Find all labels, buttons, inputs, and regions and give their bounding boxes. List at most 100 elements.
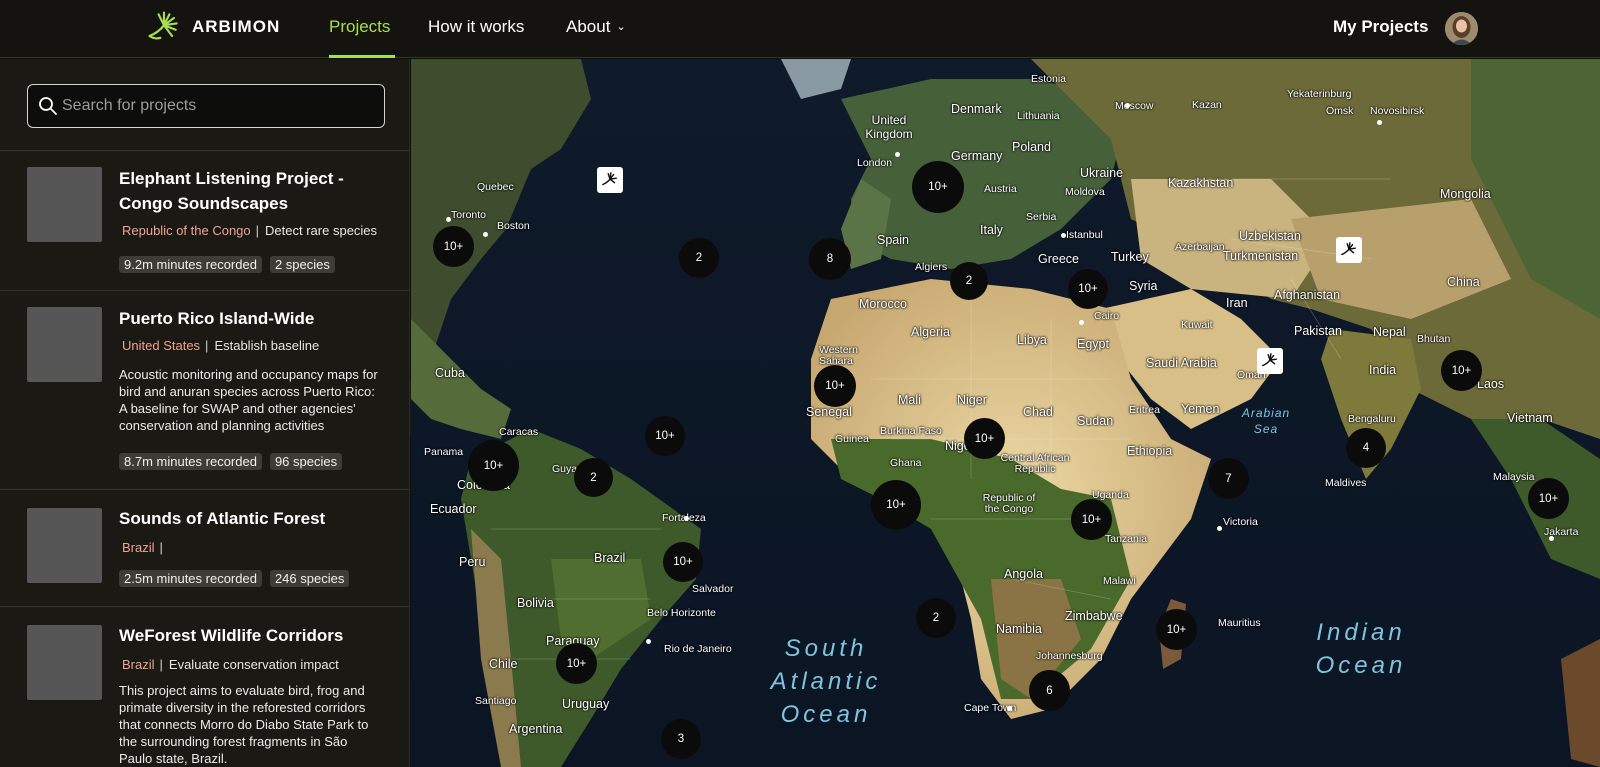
map-label: Johannesburg	[1036, 650, 1103, 662]
map-label: Bolivia	[517, 596, 554, 610]
map-label: Algiers	[915, 261, 948, 273]
map-label: Novosibirsk	[1370, 105, 1425, 117]
map-label: Serbia	[1026, 211, 1057, 223]
map-label: Victoria	[1223, 516, 1258, 528]
map-label: Libya	[1017, 333, 1047, 347]
map-cluster[interactable]: 4	[1346, 428, 1386, 468]
map-label: Central African Republic	[1000, 452, 1070, 475]
map-label: Guinea	[835, 433, 869, 445]
nav-about[interactable]: About ⌄	[566, 17, 626, 37]
map-label: Turkey	[1111, 250, 1149, 264]
map-cluster[interactable]: 10+	[1071, 499, 1112, 540]
site-marker[interactable]	[1257, 348, 1283, 374]
map-cluster[interactable]: 10+	[1441, 350, 1482, 391]
map-label: Pakistan	[1294, 324, 1342, 338]
map-cluster[interactable]: 10+	[1068, 269, 1108, 309]
map-label: London	[857, 157, 893, 169]
map-cluster[interactable]: 2	[574, 458, 613, 497]
project-country: Brazil	[122, 540, 155, 555]
arbimon-site-icon	[1341, 242, 1357, 256]
map-cluster[interactable]: 10+	[556, 643, 597, 684]
city-dot	[646, 639, 651, 644]
nav-how-it-works[interactable]: How it works	[428, 17, 524, 37]
map-cluster[interactable]: 2	[679, 238, 719, 278]
project-title: Puerto Rico Island-Wide	[119, 309, 315, 328]
search-icon	[39, 97, 57, 115]
map-label: United Kingdom	[865, 113, 913, 141]
map-label: Mali	[898, 393, 921, 407]
city-dot	[483, 232, 488, 237]
world-map[interactable]: South Atlantic Ocean Indian Ocean Arabia…	[411, 59, 1600, 767]
top-nav: ARBIMON Projects How it works About ⌄ My …	[0, 0, 1600, 58]
map-label: Denmark	[951, 102, 1002, 116]
project-meta: Brazil |	[119, 540, 384, 555]
map-cluster[interactable]: 8	[809, 238, 851, 280]
city-dot	[1549, 536, 1554, 541]
map-cluster[interactable]: 2	[916, 598, 956, 638]
map-label: Niger	[957, 393, 987, 407]
map-cluster[interactable]: 10+	[663, 542, 703, 582]
project-card[interactable]: Elephant Listening Project - Congo Sound…	[0, 151, 409, 291]
project-country: United States	[122, 338, 201, 353]
city-dot	[895, 152, 900, 157]
map-cluster[interactable]: 10+	[871, 480, 921, 530]
map-label: Boston	[497, 220, 530, 232]
site-marker[interactable]	[597, 167, 623, 193]
map-label: China	[1447, 275, 1480, 289]
search-box[interactable]	[27, 84, 385, 128]
search-input[interactable]	[62, 85, 377, 127]
map-label: Omsk	[1326, 105, 1354, 117]
project-description: This project aims to evaluate bird, frog…	[119, 683, 369, 766]
chevron-down-icon: ⌄	[616, 21, 626, 33]
map-label: Chile	[489, 657, 518, 671]
logo-text: ARBIMON	[192, 17, 281, 36]
map-label: Burkina Faso	[880, 425, 942, 437]
map-label: Malaysia	[1493, 471, 1535, 483]
map-label: Vietnam	[1507, 411, 1553, 425]
avatar[interactable]	[1445, 12, 1478, 45]
map-label: Sudan	[1077, 414, 1114, 428]
map-label: Istanbul	[1066, 229, 1103, 241]
city-dot	[1079, 320, 1084, 325]
map-cluster[interactable]: 6	[1029, 670, 1070, 711]
city-dot	[1125, 103, 1130, 108]
site-marker[interactable]	[1336, 237, 1362, 263]
map-label: Moldova	[1065, 186, 1105, 198]
arbimon-logo-icon	[148, 11, 178, 40]
nav-projects[interactable]: Projects	[329, 17, 390, 37]
map-cluster[interactable]: 10+	[1156, 609, 1197, 650]
map-label: Panama	[424, 446, 464, 458]
ocean-label-indian: Indian Ocean	[1315, 619, 1407, 679]
arbimon-logo[interactable]: ARBIMON	[146, 9, 280, 45]
map-label: Algeria	[911, 325, 950, 339]
map-cluster[interactable]: 3	[661, 719, 701, 759]
map-cluster[interactable]: 10+	[1528, 478, 1569, 519]
map-cluster[interactable]: 10+	[645, 416, 685, 456]
map-label: Santiago	[475, 695, 517, 707]
project-card[interactable]: Puerto Rico Island-Wide United States | Es…	[0, 292, 409, 490]
map-label: Bhutan	[1417, 333, 1451, 345]
map-cluster[interactable]: 10+	[433, 226, 474, 267]
map-cluster[interactable]: 10+	[912, 161, 964, 213]
my-projects-link[interactable]: My Projects	[1333, 17, 1428, 37]
pipe-separator: |	[159, 540, 163, 555]
species-badge: 246 species	[269, 570, 350, 587]
map-cluster[interactable]: 10+	[964, 418, 1005, 459]
map-cluster[interactable]: 2	[950, 262, 988, 300]
map-cluster[interactable]: 10+	[468, 440, 519, 491]
project-card[interactable]: WeForest Wildlife Corridors Brazil | Evalu…	[0, 608, 409, 767]
map-cluster[interactable]: 10+	[814, 365, 856, 407]
map-label: Syria	[1129, 279, 1158, 293]
project-card[interactable]: Sounds of Atlantic Forest Brazil | 2.5m m…	[0, 491, 409, 607]
map-label: Egypt	[1077, 337, 1109, 351]
map-label: Kuwait	[1181, 319, 1213, 331]
map-cluster[interactable]: 7	[1208, 458, 1249, 499]
project-title: Sounds of Atlantic Forest	[119, 509, 326, 528]
ocean-label-arabian-sea: Arabian Sea	[1241, 406, 1291, 436]
map-label: Saudi Arabia	[1146, 356, 1217, 370]
map-label: Argentina	[509, 722, 563, 736]
map-label: Greece	[1038, 252, 1079, 266]
map-label: Toronto	[451, 209, 487, 221]
map-label: Brazil	[594, 551, 626, 565]
project-badges: 2.5m minutes recorded 246 species	[119, 570, 350, 587]
